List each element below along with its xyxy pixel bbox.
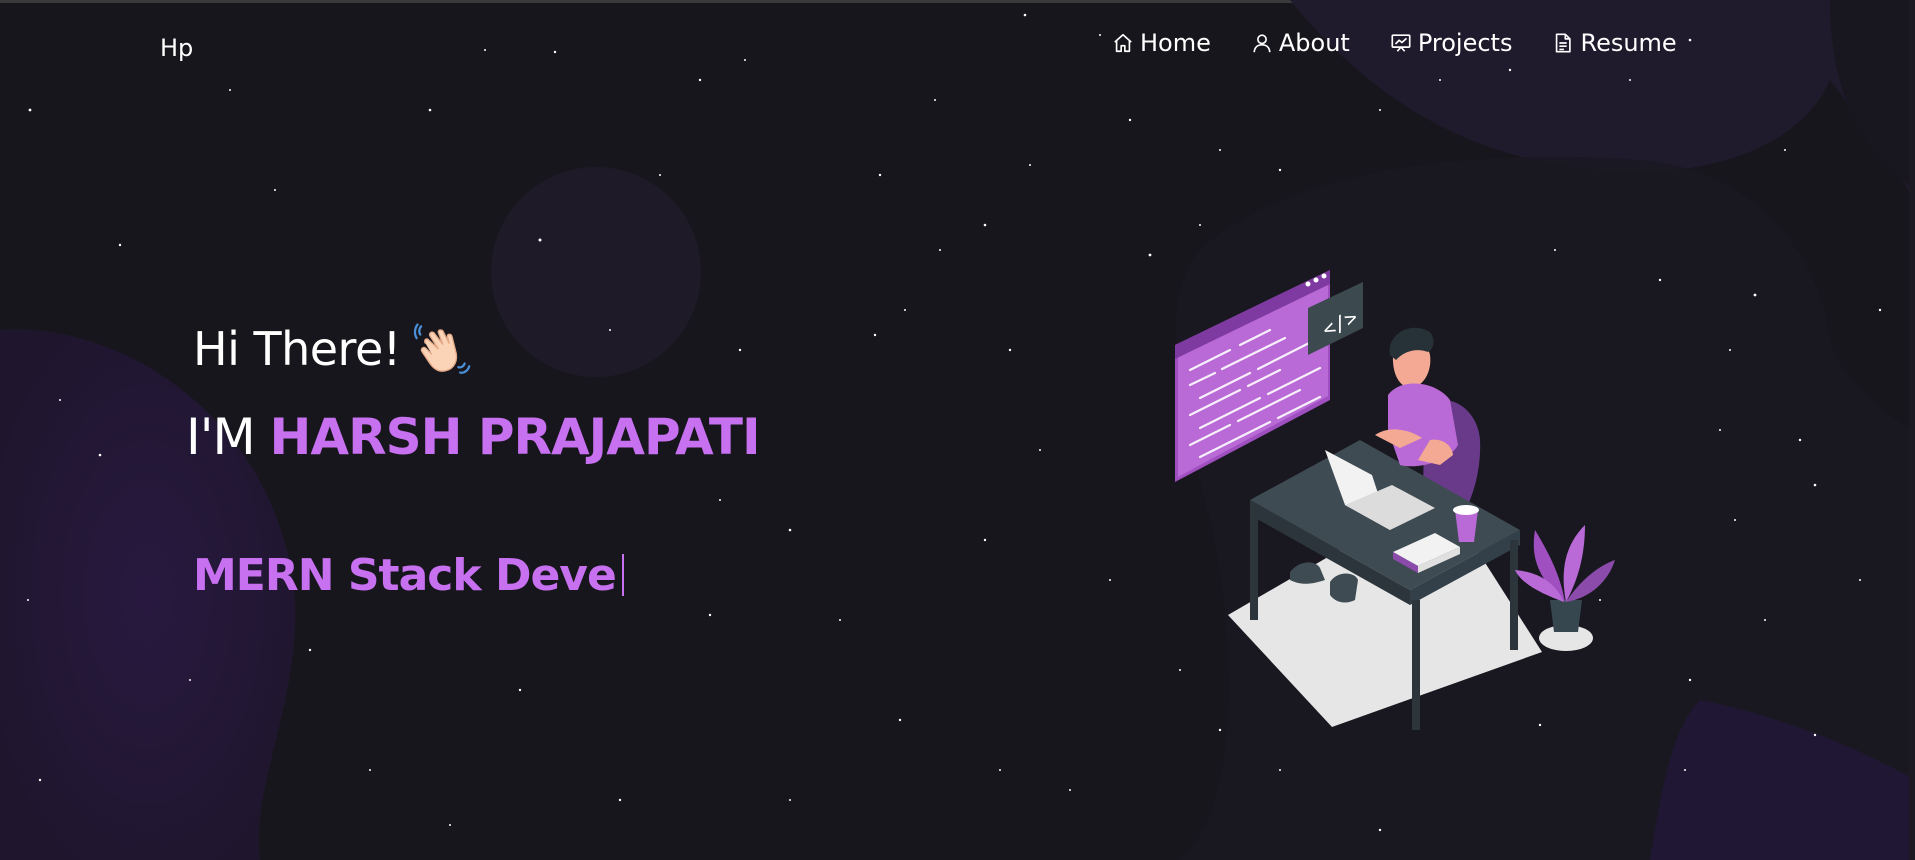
logo[interactable]: Hp	[160, 34, 193, 62]
waving-hand-icon	[413, 323, 471, 374]
scrollbar[interactable]	[1909, 0, 1915, 860]
nav-home-label: Home	[1140, 29, 1211, 57]
navbar: Hp Home About Projects Resume	[0, 0, 1915, 90]
home-icon	[1114, 33, 1132, 53]
typewriter-cursor	[621, 554, 624, 596]
nav-about[interactable]: About	[1251, 28, 1350, 58]
nav-menu: Home About Projects Resume	[1112, 28, 1717, 58]
typewriter-text: MERN Stack Deve	[193, 550, 624, 601]
hero-greeting: Hi There!	[193, 322, 401, 376]
nav-about-label: About	[1278, 29, 1350, 57]
nav-resume-label: Resume	[1580, 29, 1677, 57]
document-icon	[1556, 33, 1572, 53]
hero-name-line: I'M HARSH PRAJAPATI	[186, 408, 761, 466]
nav-resume[interactable]: Resume	[1552, 28, 1677, 58]
presentation-icon	[1391, 34, 1411, 52]
user-icon	[1253, 34, 1271, 53]
hero-name: HARSH PRAJAPATI	[269, 408, 761, 466]
typewriter-value: MERN Stack Deve	[193, 550, 617, 601]
nav-projects[interactable]: Projects	[1390, 28, 1513, 58]
nav-home[interactable]: Home	[1112, 28, 1211, 58]
developer-illustration: </>	[1175, 270, 1615, 730]
hero-name-prefix: I'M	[186, 408, 270, 466]
background-circle	[491, 167, 701, 377]
potted-plant	[1515, 525, 1615, 632]
code-window	[1175, 270, 1330, 482]
nav-projects-label: Projects	[1417, 29, 1513, 57]
